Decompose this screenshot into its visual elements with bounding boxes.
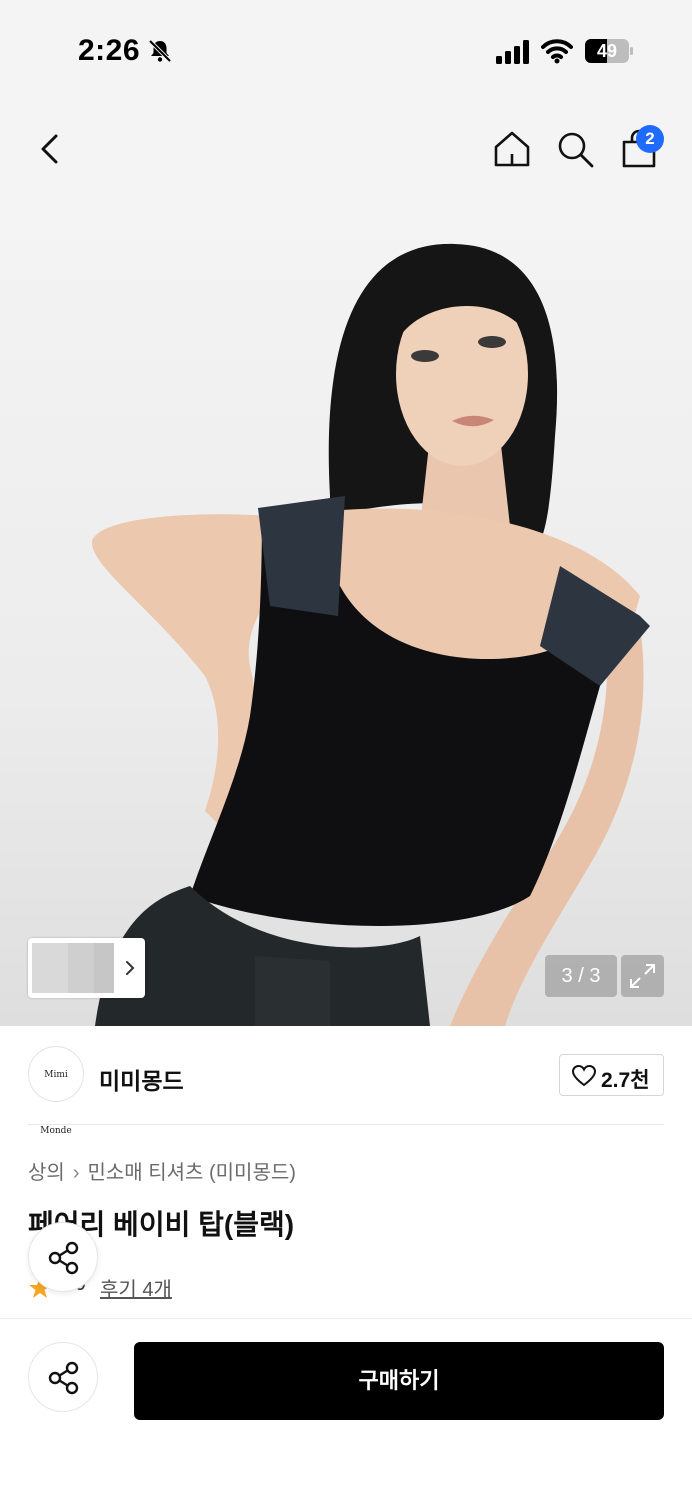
buy-button[interactable]: 구매하기 bbox=[134, 1342, 664, 1420]
app-header bbox=[0, 100, 692, 196]
category-breadcrumb: 상의 › 민소매 티셔츠 (미미몽드) bbox=[28, 1156, 296, 1185]
share-button[interactable] bbox=[28, 1222, 98, 1292]
breadcrumb-item[interactable]: 민소매 티셔츠 (미미몽드) bbox=[87, 1162, 295, 1184]
breadcrumb-separator-icon: › bbox=[72, 1162, 80, 1184]
brand-logo[interactable]: Mimi Monde bbox=[28, 1046, 84, 1136]
breadcrumb-item[interactable]: 상의 bbox=[28, 1162, 65, 1184]
search-icon[interactable] bbox=[554, 128, 596, 170]
bottom-action-bar: 구매하기 bbox=[0, 1318, 692, 1500]
thumbnail-image[interactable] bbox=[32, 943, 68, 993]
cellular-signal-icon bbox=[496, 40, 529, 64]
back-arrow-icon[interactable] bbox=[28, 128, 70, 170]
like-button[interactable]: 2.7천 bbox=[559, 1054, 664, 1096]
brand-row: Mimi Monde 미미몽드 2.7천 bbox=[0, 1026, 692, 1136]
image-page-counter: 3 / 3 bbox=[545, 955, 617, 997]
divider bbox=[28, 1124, 664, 1125]
product-photo bbox=[91, 243, 650, 1026]
brand-name[interactable]: 미미몽드 bbox=[99, 1062, 184, 1096]
wifi-icon bbox=[541, 39, 573, 64]
product-image-gallery[interactable] bbox=[0, 196, 692, 1026]
like-count: 2.7천 bbox=[601, 1069, 650, 1092]
status-bar: 2:26 49 bbox=[0, 0, 692, 100]
fullscreen-button[interactable] bbox=[621, 955, 664, 997]
reviews-link[interactable]: 후기 4개 bbox=[100, 1273, 172, 1302]
home-icon[interactable] bbox=[491, 128, 533, 170]
status-time: 2:26 bbox=[78, 34, 141, 67]
share-icon bbox=[48, 1361, 79, 1395]
bell-off-icon bbox=[148, 39, 172, 63]
expand-icon bbox=[630, 964, 655, 988]
cart-count-badge: 2 bbox=[636, 125, 664, 153]
battery-level: 49 bbox=[596, 41, 618, 61]
share-icon bbox=[48, 1241, 79, 1275]
chevron-right-icon bbox=[126, 961, 135, 975]
thumbnail-image[interactable] bbox=[94, 943, 114, 993]
share-button-bottom[interactable] bbox=[28, 1342, 98, 1412]
thumbnail-image[interactable] bbox=[68, 943, 94, 993]
thumbnail-strip[interactable] bbox=[28, 938, 145, 998]
heart-icon bbox=[572, 1065, 596, 1087]
